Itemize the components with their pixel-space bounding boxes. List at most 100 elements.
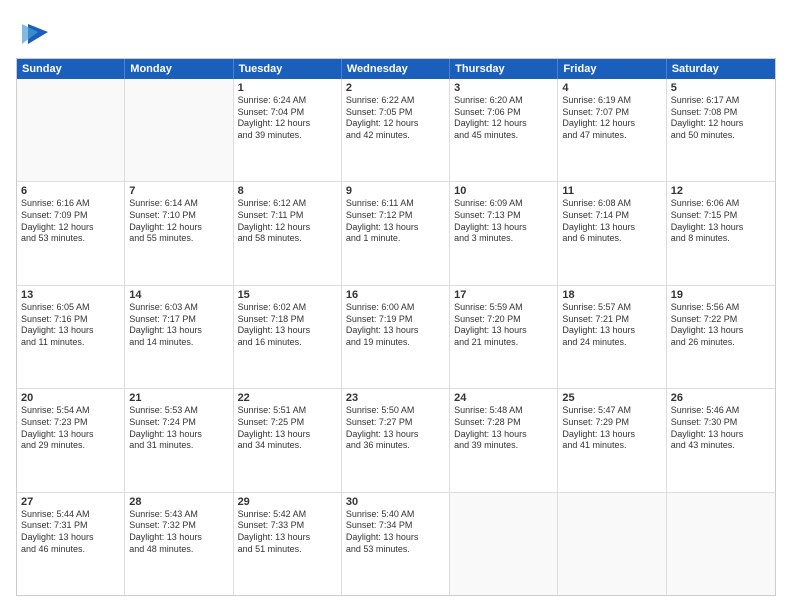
day-cell-8: 8Sunrise: 6:12 AMSunset: 7:11 PMDaylight… [234, 182, 342, 284]
cell-line: Sunrise: 5:53 AM [129, 405, 228, 417]
day-cell-16: 16Sunrise: 6:00 AMSunset: 7:19 PMDayligh… [342, 286, 450, 388]
cell-line: Sunrise: 5:40 AM [346, 509, 445, 521]
logo [16, 16, 52, 48]
cell-line: Sunrise: 5:59 AM [454, 302, 553, 314]
day-number: 11 [562, 185, 661, 197]
cell-line: and 21 minutes. [454, 337, 553, 349]
cell-line: and 1 minute. [346, 233, 445, 245]
cell-line: Daylight: 13 hours [346, 429, 445, 441]
cell-line: Sunrise: 6:06 AM [671, 198, 771, 210]
calendar-row-0: 1Sunrise: 6:24 AMSunset: 7:04 PMDaylight… [17, 79, 775, 182]
cell-line: Daylight: 13 hours [454, 429, 553, 441]
cell-line: Sunrise: 6:02 AM [238, 302, 337, 314]
cell-line: Daylight: 13 hours [562, 429, 661, 441]
day-number: 7 [129, 185, 228, 197]
cell-line: Sunrise: 6:14 AM [129, 198, 228, 210]
day-number: 13 [21, 289, 120, 301]
day-cell-10: 10Sunrise: 6:09 AMSunset: 7:13 PMDayligh… [450, 182, 558, 284]
cell-line: Daylight: 13 hours [238, 532, 337, 544]
cell-line: Sunset: 7:10 PM [129, 210, 228, 222]
cell-line: and 46 minutes. [21, 544, 120, 556]
cell-line: Sunrise: 6:20 AM [454, 95, 553, 107]
header-day-wednesday: Wednesday [342, 59, 450, 79]
day-number: 29 [238, 496, 337, 508]
cell-line: and 16 minutes. [238, 337, 337, 349]
cell-line: and 47 minutes. [562, 130, 661, 142]
cell-line: and 29 minutes. [21, 440, 120, 452]
cell-line: Daylight: 12 hours [562, 118, 661, 130]
day-cell-5: 5Sunrise: 6:17 AMSunset: 7:08 PMDaylight… [667, 79, 775, 181]
day-cell-17: 17Sunrise: 5:59 AMSunset: 7:20 PMDayligh… [450, 286, 558, 388]
day-number: 6 [21, 185, 120, 197]
day-cell-4: 4Sunrise: 6:19 AMSunset: 7:07 PMDaylight… [558, 79, 666, 181]
day-number: 14 [129, 289, 228, 301]
cell-line: Sunset: 7:06 PM [454, 107, 553, 119]
cell-line: Daylight: 13 hours [671, 222, 771, 234]
empty-cell-0-1 [125, 79, 233, 181]
day-cell-29: 29Sunrise: 5:42 AMSunset: 7:33 PMDayligh… [234, 493, 342, 595]
cell-line: Sunset: 7:24 PM [129, 417, 228, 429]
cell-line: Sunrise: 5:48 AM [454, 405, 553, 417]
day-cell-30: 30Sunrise: 5:40 AMSunset: 7:34 PMDayligh… [342, 493, 450, 595]
cell-line: Sunset: 7:17 PM [129, 314, 228, 326]
cell-line: and 55 minutes. [129, 233, 228, 245]
day-number: 28 [129, 496, 228, 508]
cell-line: Daylight: 12 hours [21, 222, 120, 234]
day-cell-24: 24Sunrise: 5:48 AMSunset: 7:28 PMDayligh… [450, 389, 558, 491]
calendar-body: 1Sunrise: 6:24 AMSunset: 7:04 PMDaylight… [17, 79, 775, 595]
cell-line: Sunset: 7:19 PM [346, 314, 445, 326]
cell-line: Sunset: 7:15 PM [671, 210, 771, 222]
cell-line: and 39 minutes. [454, 440, 553, 452]
day-number: 5 [671, 82, 771, 94]
day-cell-27: 27Sunrise: 5:44 AMSunset: 7:31 PMDayligh… [17, 493, 125, 595]
cell-line: and 45 minutes. [454, 130, 553, 142]
cell-line: Sunrise: 6:22 AM [346, 95, 445, 107]
cell-line: Daylight: 12 hours [238, 118, 337, 130]
cell-line: and 50 minutes. [671, 130, 771, 142]
cell-line: Daylight: 13 hours [671, 325, 771, 337]
cell-line: Daylight: 12 hours [238, 222, 337, 234]
cell-line: and 26 minutes. [671, 337, 771, 349]
cell-line: Sunrise: 6:17 AM [671, 95, 771, 107]
day-cell-2: 2Sunrise: 6:22 AMSunset: 7:05 PMDaylight… [342, 79, 450, 181]
cell-line: Sunrise: 6:11 AM [346, 198, 445, 210]
cell-line: Sunset: 7:18 PM [238, 314, 337, 326]
cell-line: and 48 minutes. [129, 544, 228, 556]
cell-line: Sunrise: 6:24 AM [238, 95, 337, 107]
cell-line: Sunrise: 6:09 AM [454, 198, 553, 210]
cell-line: Daylight: 13 hours [21, 429, 120, 441]
cell-line: Sunrise: 5:50 AM [346, 405, 445, 417]
cell-line: Sunset: 7:27 PM [346, 417, 445, 429]
cell-line: and 31 minutes. [129, 440, 228, 452]
cell-line: Sunset: 7:12 PM [346, 210, 445, 222]
cell-line: Sunset: 7:33 PM [238, 520, 337, 532]
cell-line: and 36 minutes. [346, 440, 445, 452]
day-number: 8 [238, 185, 337, 197]
cell-line: Daylight: 12 hours [346, 118, 445, 130]
cell-line: Daylight: 13 hours [562, 222, 661, 234]
header-day-sunday: Sunday [17, 59, 125, 79]
cell-line: Sunrise: 6:03 AM [129, 302, 228, 314]
cell-line: Sunset: 7:32 PM [129, 520, 228, 532]
day-number: 30 [346, 496, 445, 508]
calendar: SundayMondayTuesdayWednesdayThursdayFrid… [16, 58, 776, 596]
day-number: 1 [238, 82, 337, 94]
day-cell-7: 7Sunrise: 6:14 AMSunset: 7:10 PMDaylight… [125, 182, 233, 284]
cell-line: Sunrise: 5:44 AM [21, 509, 120, 521]
cell-line: Sunrise: 5:42 AM [238, 509, 337, 521]
cell-line: and 43 minutes. [671, 440, 771, 452]
day-cell-25: 25Sunrise: 5:47 AMSunset: 7:29 PMDayligh… [558, 389, 666, 491]
cell-line: Sunset: 7:31 PM [21, 520, 120, 532]
cell-line: Daylight: 13 hours [562, 325, 661, 337]
day-cell-12: 12Sunrise: 6:06 AMSunset: 7:15 PMDayligh… [667, 182, 775, 284]
cell-line: Daylight: 12 hours [129, 222, 228, 234]
day-cell-9: 9Sunrise: 6:11 AMSunset: 7:12 PMDaylight… [342, 182, 450, 284]
empty-cell-0-0 [17, 79, 125, 181]
cell-line: Sunset: 7:20 PM [454, 314, 553, 326]
day-number: 17 [454, 289, 553, 301]
empty-cell-4-5 [558, 493, 666, 595]
cell-line: Sunset: 7:16 PM [21, 314, 120, 326]
day-number: 10 [454, 185, 553, 197]
calendar-row-2: 13Sunrise: 6:05 AMSunset: 7:16 PMDayligh… [17, 286, 775, 389]
day-number: 19 [671, 289, 771, 301]
